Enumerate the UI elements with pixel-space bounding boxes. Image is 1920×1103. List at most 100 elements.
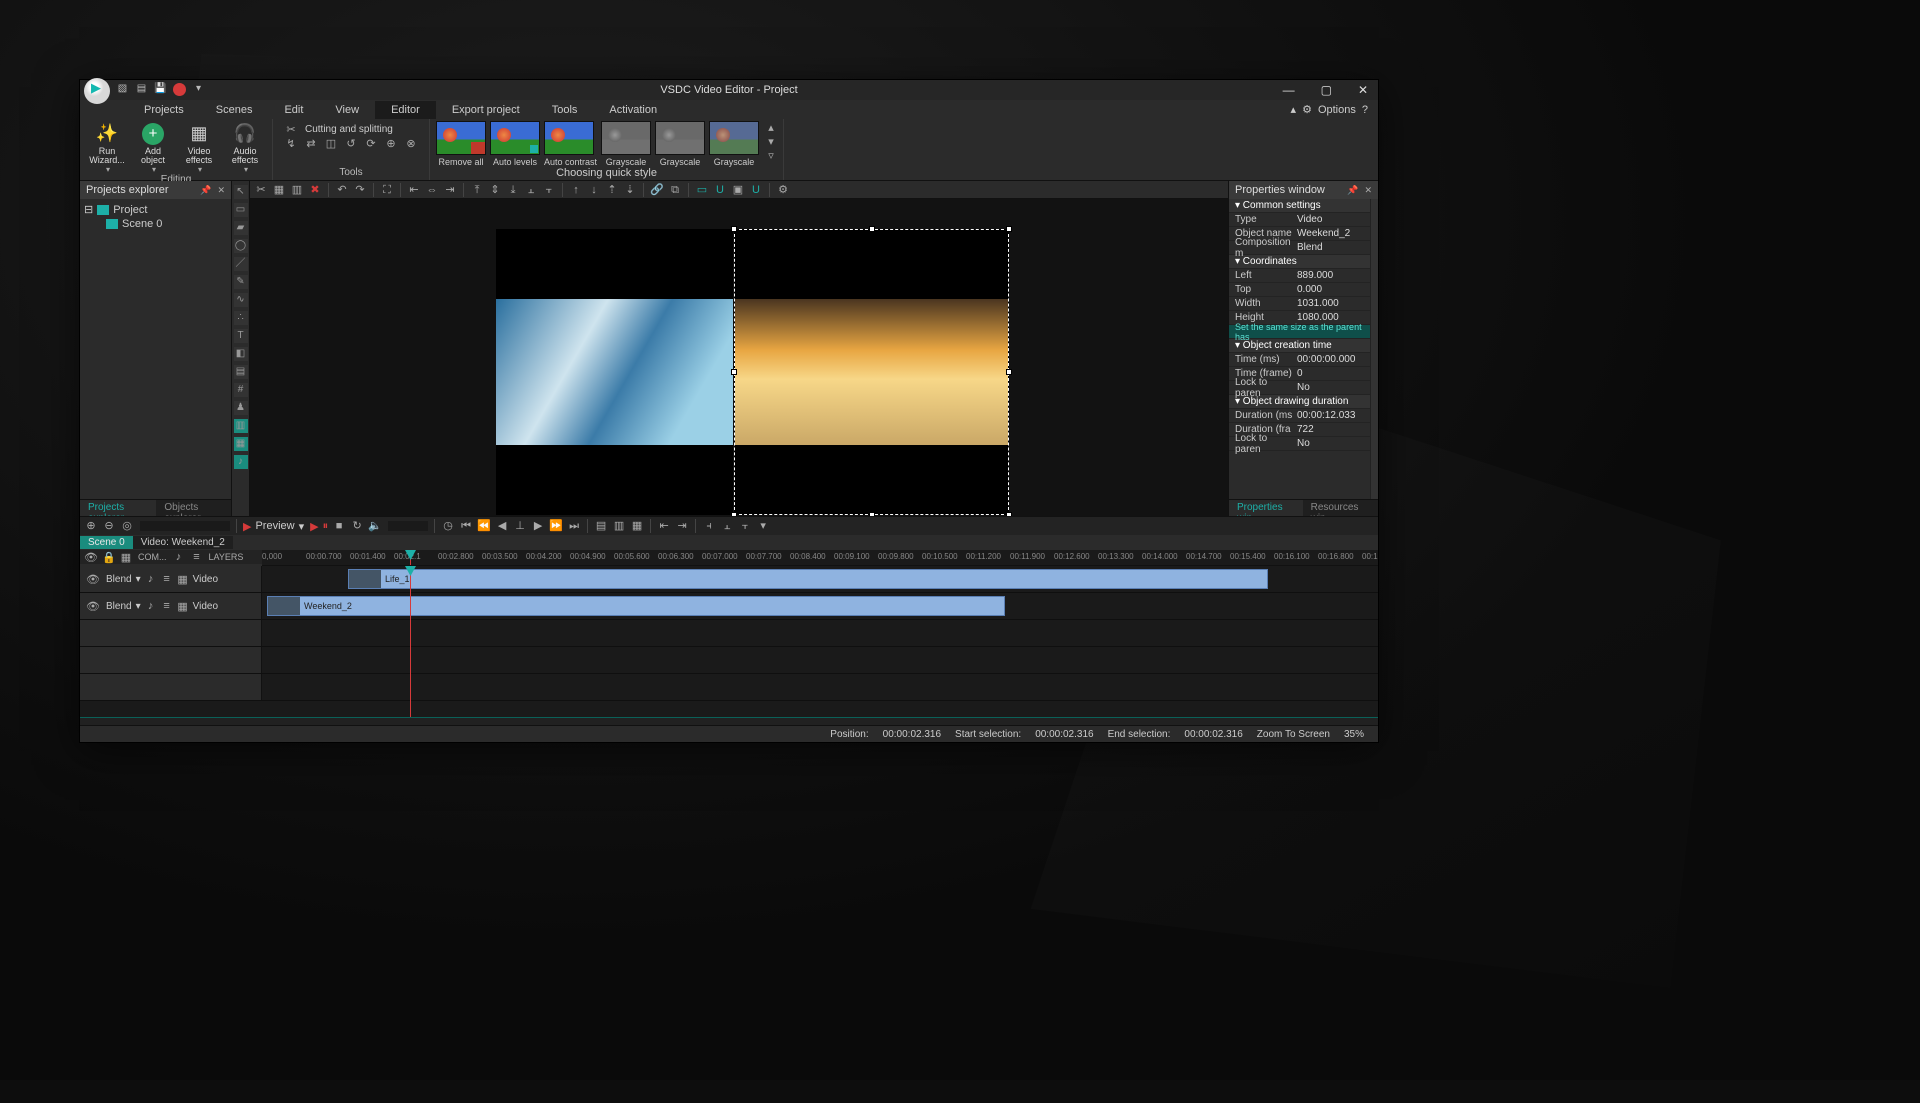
minimize-button[interactable]: — <box>1283 83 1295 97</box>
pin-icon[interactable]: 📌 <box>200 185 211 196</box>
animation-tool-icon[interactable]: ♟ <box>234 401 248 415</box>
shape-tool-icon[interactable]: ▰ <box>234 221 248 235</box>
layers-icon[interactable]: ▦ <box>120 551 132 563</box>
zoom-extent-icon[interactable]: ◎ <box>120 519 134 533</box>
zoom-out-icon[interactable]: ⊖ <box>102 519 116 533</box>
tool-icon[interactable]: ↺ <box>345 137 357 149</box>
style-auto-levels[interactable]: Auto levels <box>490 121 540 167</box>
underline2-icon[interactable]: U <box>749 183 763 197</box>
go-end-icon[interactable]: ⏭ <box>567 519 581 533</box>
ellipse-tool-icon[interactable]: ◯ <box>234 239 248 253</box>
align-top-icon[interactable]: ⤒ <box>470 183 484 197</box>
timeline-tracks[interactable]: 👁Blend▾♪≡▦VideoLife_1👁Blend▾♪≡▦VideoWeek… <box>80 566 1378 717</box>
go-start-icon[interactable]: ⏮ <box>459 519 473 533</box>
track-header[interactable]: 👁Blend▾♪≡▦Video <box>80 593 262 619</box>
menu-activation[interactable]: Activation <box>593 101 673 119</box>
save-icon[interactable]: 💾 <box>154 83 167 96</box>
overlay-icon[interactable]: ▣ <box>731 183 745 197</box>
settings-icon[interactable]: ⚙ <box>1302 103 1312 116</box>
tree-project-node[interactable]: ⊟Project <box>84 203 227 216</box>
pin-icon[interactable]: 📌 <box>1347 185 1358 196</box>
zoom-to-screen-label[interactable]: Zoom To Screen <box>1257 729 1330 740</box>
step-fwd-icon[interactable]: ▶ <box>531 519 545 533</box>
style-auto-contrast[interactable]: Auto contrast <box>544 121 597 167</box>
playhead[interactable] <box>410 550 411 565</box>
prev-frame-icon[interactable]: ⏪ <box>477 519 491 533</box>
group-icon[interactable]: 🔗 <box>650 183 664 197</box>
clip-preview-weekend-selected[interactable] <box>734 229 1009 515</box>
property-row[interactable]: ▾ Object creation time <box>1229 339 1370 353</box>
distribute-h-icon[interactable]: ⫠ <box>524 183 538 197</box>
qat-more-icon[interactable]: ▾ <box>192 83 205 96</box>
close-button[interactable]: ✕ <box>1358 83 1368 97</box>
track-opt-icon[interactable]: ▤ <box>594 519 608 533</box>
property-row[interactable]: TypeVideo <box>1229 213 1370 227</box>
backward-icon[interactable]: ⇣ <box>623 183 637 197</box>
menu-scenes[interactable]: Scenes <box>200 101 269 119</box>
tool-icon[interactable]: ⊕ <box>385 137 397 149</box>
style-grayscale-2[interactable]: Grayscale <box>655 121 705 167</box>
frame-icon[interactable]: ▭ <box>695 183 709 197</box>
curve-tool-icon[interactable]: ∿ <box>234 293 248 307</box>
text-tool-icon[interactable]: T <box>234 329 248 343</box>
property-row[interactable]: ▾ Common settings <box>1229 199 1370 213</box>
stop-button[interactable]: ■ <box>332 519 346 533</box>
eye-icon[interactable]: 👁 <box>86 573 98 585</box>
menu-edit[interactable]: Edit <box>268 101 319 119</box>
spray-tool-icon[interactable]: ∴ <box>234 311 248 325</box>
cut-icon[interactable]: ✂ <box>254 183 268 197</box>
fit-icon[interactable]: ⛶ <box>380 183 394 197</box>
clip-name-tab[interactable]: Video: Weekend_2 <box>133 536 233 549</box>
next-frame-icon[interactable]: ⏩ <box>549 519 563 533</box>
styles-down-icon[interactable]: ▾ <box>765 135 777 147</box>
cutting-splitting-button[interactable]: ✂Cutting and splitting <box>285 123 417 135</box>
align-left-icon[interactable]: ⇤ <box>407 183 421 197</box>
line-tool-icon[interactable]: ／ <box>234 257 248 271</box>
menu-projects[interactable]: Projects <box>128 101 200 119</box>
help-icon[interactable]: ? <box>1362 104 1368 116</box>
track-header[interactable]: 👁Blend▾♪≡▦Video <box>80 566 262 592</box>
align-bottom-icon[interactable]: ⤓ <box>506 183 520 197</box>
send-back-icon[interactable]: ↓ <box>587 183 601 197</box>
counter-tool-icon[interactable]: # <box>234 383 248 397</box>
property-row[interactable]: Lock to parenNo <box>1229 437 1370 451</box>
property-row[interactable]: ▾ Object drawing duration <box>1229 395 1370 409</box>
ungroup-icon[interactable]: ⧉ <box>668 183 682 197</box>
volume-slider[interactable] <box>388 521 428 531</box>
styles-up-icon[interactable]: ▴ <box>765 121 777 133</box>
align-center-h-icon[interactable]: ⇔ <box>425 183 439 197</box>
tab-objects-explorer[interactable]: Objects explorer <box>156 500 231 516</box>
tool-icon[interactable]: ⊗ <box>405 137 417 149</box>
style-remove-all[interactable]: Remove all <box>436 121 486 167</box>
stopwatch-icon[interactable]: ◷ <box>441 519 455 533</box>
tree-scene-node[interactable]: Scene 0 <box>106 218 227 230</box>
record-icon[interactable] <box>173 83 186 96</box>
pen-tool-icon[interactable]: ✎ <box>234 275 248 289</box>
track-opt-icon[interactable]: ▥ <box>612 519 626 533</box>
menu-tools[interactable]: Tools <box>536 101 594 119</box>
align-right-icon[interactable]: ⇥ <box>443 183 457 197</box>
copy-icon[interactable]: ▦ <box>272 183 286 197</box>
preview-dropdown[interactable]: ▶Preview▾ <box>243 520 304 533</box>
ribbon-collapse-icon[interactable]: ▴ <box>1291 103 1297 116</box>
track-opt-icon[interactable]: ▦ <box>630 519 644 533</box>
settings-gear-icon[interactable]: ⚙ <box>776 183 790 197</box>
split-more-icon[interactable]: ▾ <box>756 519 770 533</box>
property-row[interactable]: Duration (ms00:00:12.033 <box>1229 409 1370 423</box>
rect-tool-icon[interactable]: ▭ <box>234 203 248 217</box>
tool-icon[interactable]: ◫ <box>325 137 337 149</box>
tool-icon[interactable]: ⟳ <box>365 137 377 149</box>
play-button[interactable]: ▶ <box>310 520 318 533</box>
playhead-line[interactable] <box>410 566 411 717</box>
property-row[interactable]: Time (ms)00:00:00.000 <box>1229 353 1370 367</box>
eye-icon[interactable]: 👁 <box>84 551 96 563</box>
property-row[interactable]: Width1031.000 <box>1229 297 1370 311</box>
marker-icon[interactable]: ⇤ <box>657 519 671 533</box>
lock-icon[interactable]: 🔒 <box>102 551 114 563</box>
image-tool-icon[interactable]: ▦ <box>234 437 248 451</box>
clip-preview-life[interactable] <box>496 229 733 515</box>
eye-icon[interactable]: 👁 <box>86 600 98 612</box>
bring-front-icon[interactable]: ↑ <box>569 183 583 197</box>
video-tool-icon[interactable]: ▥ <box>234 419 248 433</box>
property-row[interactable]: Composition mBlend <box>1229 241 1370 255</box>
